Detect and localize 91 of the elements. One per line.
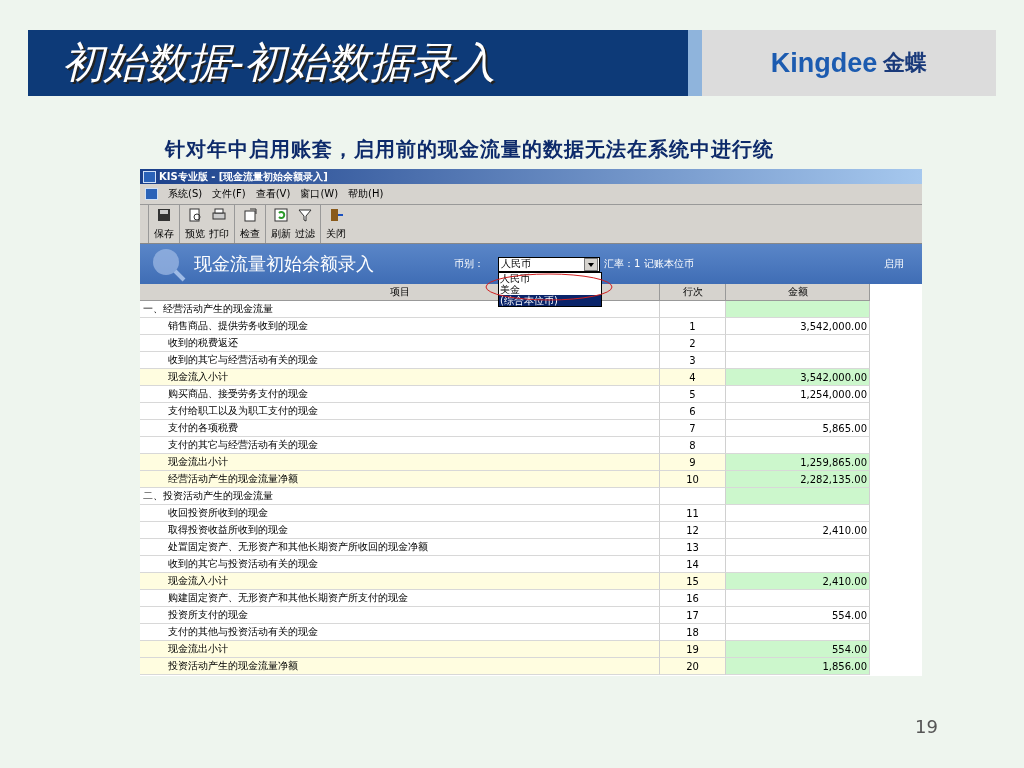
table-cell: 6 bbox=[660, 403, 726, 420]
table-cell[interactable]: 1,254,000.00 bbox=[726, 386, 870, 403]
table-cell[interactable] bbox=[726, 539, 870, 556]
table-cell: 现金流出小计 bbox=[140, 454, 660, 471]
menu-item[interactable]: 系统(S) bbox=[168, 187, 203, 201]
page-number: 19 bbox=[915, 716, 939, 737]
menu-item[interactable]: 文件(F) bbox=[212, 187, 246, 201]
table-cell: 投资所支付的现金 bbox=[140, 607, 660, 624]
slide-title: 初始数据-初始数据录入 bbox=[28, 30, 688, 96]
table-cell: 现金流入小计 bbox=[140, 369, 660, 386]
table-cell: 5 bbox=[660, 386, 726, 403]
table-cell: 2 bbox=[660, 335, 726, 352]
toolbar-button[interactable]: 过滤 bbox=[294, 205, 316, 243]
table-cell: 16 bbox=[660, 590, 726, 607]
table-cell: 收回投资所收到的现金 bbox=[140, 505, 660, 522]
table-cell[interactable] bbox=[726, 437, 870, 454]
table-cell[interactable]: 2,410.00 bbox=[726, 573, 870, 590]
table-cell: 购建固定资产、无形资产和其他长期资产所支付的现金 bbox=[140, 590, 660, 607]
table-cell: 购买商品、接受劳务支付的现金 bbox=[140, 386, 660, 403]
table-cell[interactable] bbox=[726, 301, 870, 318]
app-icon[interactable] bbox=[145, 188, 158, 200]
table-cell: 14 bbox=[660, 556, 726, 573]
toolbar-button[interactable]: 关闭 bbox=[325, 205, 347, 243]
toolbar-button[interactable]: 检查 bbox=[239, 205, 261, 243]
logo-wordmark: Kingdee bbox=[770, 47, 878, 79]
table-cell: 经营活动产生的现金流量净额 bbox=[140, 471, 660, 488]
table-cell: 1 bbox=[660, 318, 726, 335]
table-cell[interactable] bbox=[726, 352, 870, 369]
table-cell[interactable] bbox=[726, 488, 870, 505]
table-cell: 收到的其它与经营活动有关的现金 bbox=[140, 352, 660, 369]
table-cell: 现金流入小计 bbox=[140, 573, 660, 590]
table-cell: 支付的其它与经营活动有关的现金 bbox=[140, 437, 660, 454]
table-cell[interactable] bbox=[726, 335, 870, 352]
table-cell: 3 bbox=[660, 352, 726, 369]
table-cell: 12 bbox=[660, 522, 726, 539]
window-title: KIS专业版 - [现金流量初始余额录入] bbox=[159, 169, 328, 184]
logo-text: 金蝶 bbox=[883, 49, 928, 77]
table-cell: 15 bbox=[660, 573, 726, 590]
table-cell[interactable] bbox=[726, 556, 870, 573]
table-cell: 8 bbox=[660, 437, 726, 454]
slide-subtitle: 针对年中启用账套，启用前的现金流量的数据无法在系统中进行统 bbox=[165, 136, 775, 163]
table-cell: 11 bbox=[660, 505, 726, 522]
table-cell: 7 bbox=[660, 420, 726, 437]
menu-item[interactable]: 帮助(H) bbox=[348, 187, 384, 201]
table-cell[interactable]: 3,542,000.00 bbox=[726, 369, 870, 386]
table-cell: 现金流出小计 bbox=[140, 641, 660, 658]
table-cell: 支付的各项税费 bbox=[140, 420, 660, 437]
table-cell: 处置固定资产、无形资产和其他长期资产所收回的现金净额 bbox=[140, 539, 660, 556]
table-cell[interactable]: 3,542,000.00 bbox=[726, 318, 870, 335]
table-cell: 二、投资活动产生的现金流量 bbox=[140, 488, 660, 505]
toolbar-button[interactable]: 保存 bbox=[153, 205, 175, 243]
table-cell: 17 bbox=[660, 607, 726, 624]
table-cell: 13 bbox=[660, 539, 726, 556]
table-cell: 支付给职工以及为职工支付的现金 bbox=[140, 403, 660, 420]
table-cell: 4 bbox=[660, 369, 726, 386]
banner-stripe bbox=[688, 30, 702, 96]
table-cell: 10 bbox=[660, 471, 726, 488]
form-title: 现金流量初始余额录入 bbox=[194, 252, 375, 276]
table-cell[interactable]: 5,865.00 bbox=[726, 420, 870, 437]
app-icon bbox=[143, 170, 156, 183]
column-header: 行次 bbox=[660, 284, 726, 301]
table-cell: 9 bbox=[660, 454, 726, 471]
table-cell: 18 bbox=[660, 624, 726, 641]
table-cell[interactable]: 1,856.00 bbox=[726, 658, 870, 675]
table-cell[interactable] bbox=[726, 590, 870, 607]
table-cell: 收到的其它与投资活动有关的现金 bbox=[140, 556, 660, 573]
table-cell: 20 bbox=[660, 658, 726, 675]
table-cell[interactable]: 554.00 bbox=[726, 607, 870, 624]
table-cell: 收到的税费返还 bbox=[140, 335, 660, 352]
table-cell[interactable] bbox=[726, 403, 870, 420]
table-cell: 取得投资收益所收到的现金 bbox=[140, 522, 660, 539]
table-cell[interactable]: 554.00 bbox=[726, 641, 870, 658]
table-cell: 投资活动产生的现金流量净额 bbox=[140, 658, 660, 675]
table-cell[interactable]: 2,410.00 bbox=[726, 522, 870, 539]
currency-label: 币别： bbox=[454, 257, 484, 271]
table-cell bbox=[660, 488, 726, 505]
column-header: 金额 bbox=[726, 284, 870, 301]
table-cell: 销售商品、提供劳务收到的现金 bbox=[140, 318, 660, 335]
table-cell[interactable] bbox=[726, 624, 870, 641]
menu-item[interactable]: 查看(V) bbox=[255, 187, 291, 201]
toolbar-button[interactable]: 预览 bbox=[184, 205, 206, 243]
toolbar-button[interactable]: 打印 bbox=[208, 205, 230, 243]
table-cell: 19 bbox=[660, 641, 726, 658]
table-cell[interactable]: 2,282,135.00 bbox=[726, 471, 870, 488]
table-cell[interactable]: 1,259,865.00 bbox=[726, 454, 870, 471]
menu-item[interactable]: 窗口(W) bbox=[300, 187, 339, 201]
toolbar-button[interactable]: 刷新 bbox=[270, 205, 292, 243]
exchange-rate-text: 汇率：1 记账本位币 bbox=[604, 257, 695, 271]
table-cell: 支付的其他与投资活动有关的现金 bbox=[140, 624, 660, 641]
start-period-label: 启用 bbox=[884, 257, 904, 271]
table-cell[interactable] bbox=[726, 505, 870, 522]
